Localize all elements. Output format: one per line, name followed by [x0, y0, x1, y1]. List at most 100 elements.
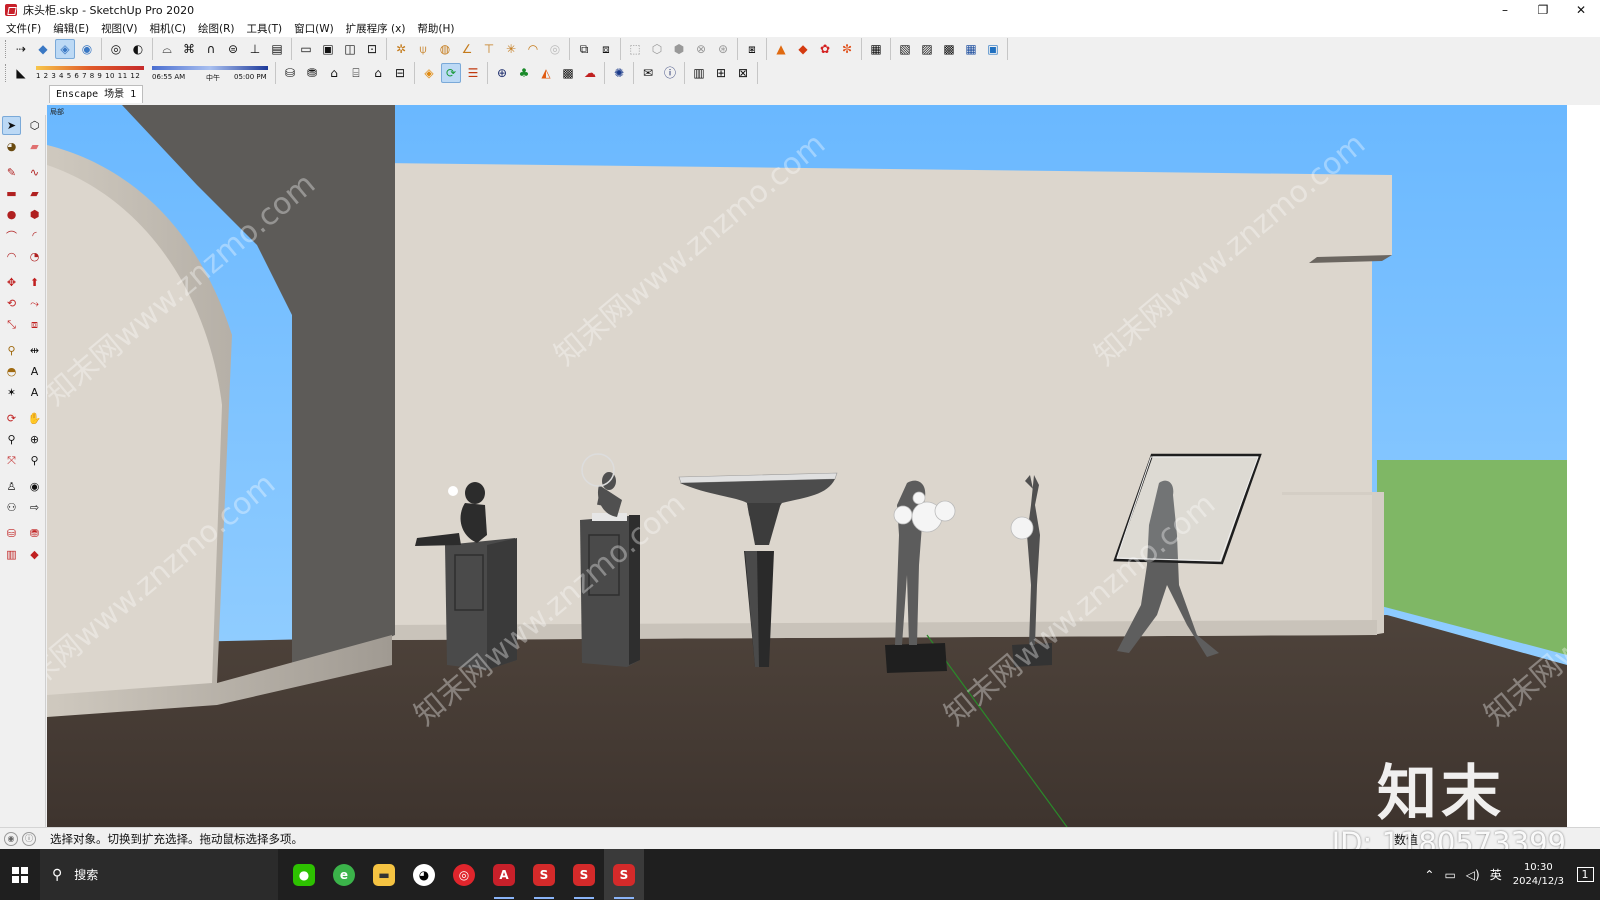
frame-icon[interactable]: ⊞: [711, 63, 731, 83]
polygon-icon[interactable]: ⬢: [25, 205, 44, 224]
taskbar-autocad-icon[interactable]: A: [484, 849, 524, 900]
enscape-add-icon[interactable]: ⊕: [492, 63, 512, 83]
share-model-icon[interactable]: ⛃: [25, 524, 44, 543]
paint-bucket-icon[interactable]: ◕: [2, 137, 21, 156]
taskbar-explorer-icon[interactable]: ▬: [364, 849, 404, 900]
enscape-sync-icon[interactable]: ⟳: [441, 63, 461, 83]
ruby-icon[interactable]: ◆: [25, 545, 44, 564]
two-point-arc-icon[interactable]: ◜: [25, 226, 44, 245]
component-select-icon[interactable]: ▣: [983, 39, 1003, 59]
month-slider[interactable]: 1 2 3 4 5 6 7 8 9 10 11 12: [34, 63, 146, 83]
three-d-text-icon[interactable]: A: [25, 383, 44, 402]
zoom-extents-icon[interactable]: ⤧: [2, 451, 21, 470]
enscape-material-icon[interactable]: ▩: [558, 63, 578, 83]
stamp-icon[interactable]: ⊜: [223, 39, 243, 59]
explode-icon[interactable]: ✳: [501, 39, 521, 59]
move-icon[interactable]: ⇢: [11, 39, 31, 59]
scale-icon[interactable]: ⤡: [2, 315, 21, 334]
shadow-toggle-icon[interactable]: ◣: [11, 63, 31, 83]
protractor-icon[interactable]: ◍: [435, 39, 455, 59]
tape-icon[interactable]: ⚲: [2, 341, 21, 360]
zoom-icon[interactable]: ⚲: [2, 430, 21, 449]
xray-icon[interactable]: ◎: [106, 39, 126, 59]
three-point-arc-icon[interactable]: ◠: [2, 247, 21, 266]
menu-edit[interactable]: 编辑(E): [53, 21, 89, 36]
minimize-button[interactable]: –: [1486, 0, 1524, 19]
smoove-icon[interactable]: ∩: [201, 39, 221, 59]
plugin-flame-icon[interactable]: ▲: [771, 39, 791, 59]
warehouse-tool-icon[interactable]: ⛁: [2, 524, 21, 543]
component-blue-icon[interactable]: ▦: [961, 39, 981, 59]
section-fill-icon[interactable]: ◫: [340, 39, 360, 59]
component-paste-icon[interactable]: ▨: [917, 39, 937, 59]
section-plane-icon[interactable]: ▭: [296, 39, 316, 59]
look-around-icon[interactable]: ◉: [25, 477, 44, 496]
curve-icon[interactable]: ◠: [523, 39, 543, 59]
axes-icon[interactable]: ⊤: [479, 39, 499, 59]
text-icon[interactable]: A: [25, 362, 44, 381]
sandbox-scratch-icon[interactable]: ⌘: [179, 39, 199, 59]
axes-tool-icon[interactable]: ✶: [2, 383, 21, 402]
rotated-rectangle-icon[interactable]: ▰: [25, 184, 44, 203]
circle-target-icon[interactable]: ◎: [545, 39, 565, 59]
credits-icon[interactable]: ⓘ: [22, 831, 36, 846]
circle-icon[interactable]: ●: [2, 205, 21, 224]
menu-view[interactable]: 视图(V): [101, 21, 137, 36]
lock-icon[interactable]: ⊡: [362, 39, 382, 59]
dimension-tool-icon[interactable]: ⇹: [25, 341, 44, 360]
zoom-window-icon[interactable]: ⊕: [25, 430, 44, 449]
tape-measure-icon[interactable]: ⍦: [413, 39, 433, 59]
close-button[interactable]: ✕: [1562, 0, 1600, 19]
drape-icon[interactable]: ⊥: [245, 39, 265, 59]
menu-help[interactable]: 帮助(H): [417, 21, 454, 36]
front-view-icon[interactable]: ◉: [77, 39, 97, 59]
section-plane-tool-icon[interactable]: ⇨: [25, 498, 44, 517]
arc-icon[interactable]: ⌒: [2, 226, 21, 245]
add-detail-icon[interactable]: ▤: [267, 39, 287, 59]
taskbar-sketchup-icon[interactable]: S: [604, 849, 644, 900]
plugin-diamond-icon[interactable]: ◆: [793, 39, 813, 59]
component-icon[interactable]: ▦: [866, 39, 886, 59]
rectangle-icon[interactable]: ▬: [2, 184, 21, 203]
menu-camera[interactable]: 相机(C): [149, 21, 186, 36]
intersect-icon[interactable]: ⧈: [596, 39, 616, 59]
enscape-upload-icon[interactable]: ☁: [580, 63, 600, 83]
plugin-gear-orange-icon[interactable]: ✼: [837, 39, 857, 59]
pan-icon[interactable]: ✋: [25, 409, 44, 428]
start-button[interactable]: [0, 849, 40, 900]
system-clock[interactable]: 10:30 2024/12/3: [1513, 861, 1564, 889]
garage-icon[interactable]: ⊟: [390, 63, 410, 83]
home-outline-icon[interactable]: ⌂: [368, 63, 388, 83]
plugin-gear-red-icon[interactable]: ✿: [815, 39, 835, 59]
network-icon[interactable]: ▭: [1444, 868, 1455, 882]
outer-shell-icon[interactable]: ⧉: [574, 39, 594, 59]
model-viewport[interactable]: 局部 知末网www.znzmo.com 知末网www.znzmo.com 知末网…: [47, 105, 1567, 827]
orbit-icon[interactable]: ⟳: [2, 409, 21, 428]
pie-icon[interactable]: ◔: [25, 247, 44, 266]
follow-me-icon[interactable]: ⤳: [25, 294, 44, 313]
freehand-icon[interactable]: ∿: [25, 163, 44, 182]
offset-icon[interactable]: ⧈: [25, 315, 44, 334]
menu-draw[interactable]: 绘图(R): [198, 21, 235, 36]
push-pull-icon[interactable]: ⬆: [25, 273, 44, 292]
extension-warehouse-icon[interactable]: ⧆: [742, 39, 762, 59]
split-icon[interactable]: ⊗: [691, 39, 711, 59]
enscape-asset-icon[interactable]: ♣: [514, 63, 534, 83]
top-view-icon[interactable]: ◈: [55, 39, 75, 59]
protractor-tool-icon[interactable]: ◓: [2, 362, 21, 381]
ime-indicator[interactable]: 英: [1490, 866, 1502, 883]
time-slider[interactable]: 06:55 AM 中午 05:00 PM: [150, 63, 270, 83]
taskbar-wechat-icon[interactable]: ●: [284, 849, 324, 900]
enscape-settings-icon[interactable]: ✺: [609, 63, 629, 83]
enscape-about-icon[interactable]: ⓘ: [660, 63, 680, 83]
enscape-feedback-icon[interactable]: ✉: [638, 63, 658, 83]
back-edges-icon[interactable]: ◐: [128, 39, 148, 59]
rotate-icon[interactable]: ⟲: [2, 294, 21, 313]
dimension-icon[interactable]: ✲: [391, 39, 411, 59]
model-info-icon[interactable]: ⛃: [302, 63, 322, 83]
tray-chevron-icon[interactable]: ⌃: [1424, 868, 1434, 882]
extension-manager-icon[interactable]: ▥: [2, 545, 21, 564]
taskbar-browser-icon[interactable]: e: [324, 849, 364, 900]
subtract-icon[interactable]: ⬡: [647, 39, 667, 59]
enscape-render-icon[interactable]: ◭: [536, 63, 556, 83]
